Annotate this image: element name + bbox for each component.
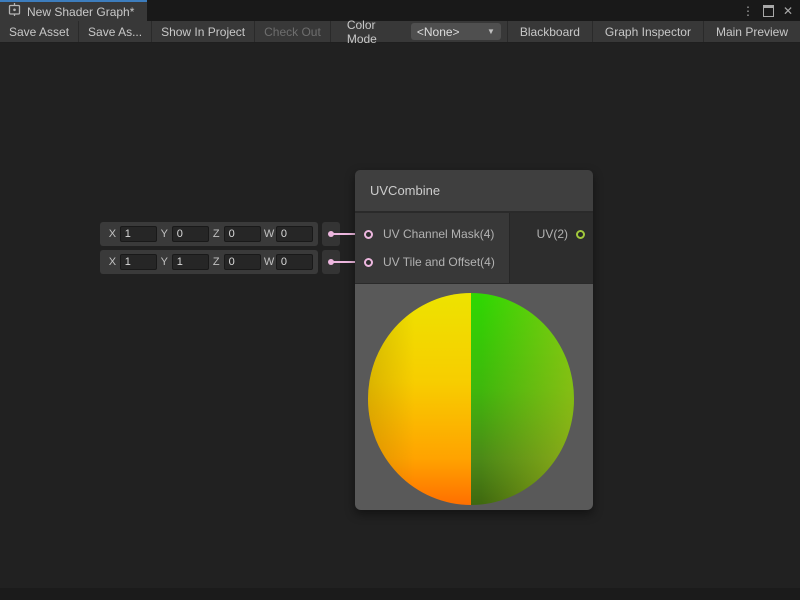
output-row-uv: UV(2) — [510, 220, 593, 248]
vector2-w-field[interactable]: 0 — [276, 254, 313, 270]
vector2-z-field[interactable]: 0 — [224, 254, 261, 270]
output-port-label: UV(2) — [537, 227, 568, 241]
tab-title: New Shader Graph* — [27, 5, 134, 19]
field-label-y: Y — [160, 228, 169, 240]
close-icon[interactable]: ✕ — [783, 5, 793, 17]
menu-icon[interactable]: ⋮ — [742, 5, 754, 17]
toolbar-right-group: Blackboard Graph Inspector Main Preview — [507, 21, 800, 42]
vector4-row-1: X 1 Y 0 Z 0 W 0 — [100, 222, 318, 246]
chevron-down-icon: ▼ — [487, 27, 495, 36]
color-mode-label: Color Mode — [331, 21, 411, 42]
node-body: UV Channel Mask(4) UV Tile and Offset(4)… — [355, 213, 593, 283]
shader-graph-icon — [8, 3, 21, 21]
sphere-left-half — [368, 293, 471, 505]
window-controls: ⋮ ✕ — [742, 0, 800, 21]
window-footer — [0, 588, 800, 600]
node-input-section: UV Channel Mask(4) UV Tile and Offset(4) — [355, 213, 510, 283]
vector1-x-field[interactable]: 1 — [120, 226, 157, 242]
field-label-w: W — [264, 228, 273, 240]
node-preview — [355, 283, 593, 510]
main-preview-button[interactable]: Main Preview — [703, 21, 800, 42]
input-port-label: UV Tile and Offset(4) — [383, 255, 495, 269]
color-mode-value: <None> — [417, 25, 460, 39]
node-output-section: UV(2) — [510, 213, 593, 283]
maximize-icon[interactable] — [763, 5, 774, 17]
save-as-button[interactable]: Save As... — [79, 21, 152, 42]
input-port-label: UV Channel Mask(4) — [383, 227, 494, 241]
vector2-x-field[interactable]: 1 — [120, 254, 157, 270]
field-label-x: X — [108, 256, 117, 268]
field-label-x: X — [108, 228, 117, 240]
node-uvcombine[interactable]: UVCombine UV Channel Mask(4) UV Tile and… — [355, 170, 593, 510]
vector1-w-field[interactable]: 0 — [276, 226, 313, 242]
tab-new-shader-graph[interactable]: New Shader Graph* — [0, 0, 147, 21]
field-label-z: Z — [212, 256, 221, 268]
shader-graph-window: New Shader Graph* ⋮ ✕ Save Asset Save As… — [0, 0, 800, 600]
preview-sphere — [368, 293, 574, 505]
input-port-icon[interactable] — [364, 258, 373, 267]
input-row-uv-channel-mask: UV Channel Mask(4) — [355, 220, 509, 248]
vector2-y-field[interactable]: 1 — [172, 254, 209, 270]
field-label-w: W — [264, 256, 273, 268]
vector4-row-2: X 1 Y 1 Z 0 W 0 — [100, 250, 318, 274]
input-row-uv-tile-offset: UV Tile and Offset(4) — [355, 248, 509, 276]
save-asset-button[interactable]: Save Asset — [0, 21, 79, 42]
show-in-project-button[interactable]: Show In Project — [152, 21, 255, 42]
blackboard-button[interactable]: Blackboard — [507, 21, 592, 42]
input-port-icon[interactable] — [364, 230, 373, 239]
node-title[interactable]: UVCombine — [355, 170, 593, 213]
field-label-z: Z — [212, 228, 221, 240]
vector1-z-field[interactable]: 0 — [224, 226, 261, 242]
graph-inspector-button[interactable]: Graph Inspector — [592, 21, 703, 42]
output-port-icon[interactable] — [576, 230, 585, 239]
sphere-right-half — [471, 293, 574, 505]
graph-canvas[interactable]: X 1 Y 0 Z 0 W 0 X 1 Y 1 Z 0 W 0 — [0, 43, 800, 588]
toolbar: Save Asset Save As... Show In Project Ch… — [0, 21, 800, 43]
color-mode-dropdown[interactable]: <None> ▼ — [411, 23, 501, 40]
field-label-y: Y — [160, 256, 169, 268]
check-out-button: Check Out — [255, 21, 331, 42]
vector1-y-field[interactable]: 0 — [172, 226, 209, 242]
